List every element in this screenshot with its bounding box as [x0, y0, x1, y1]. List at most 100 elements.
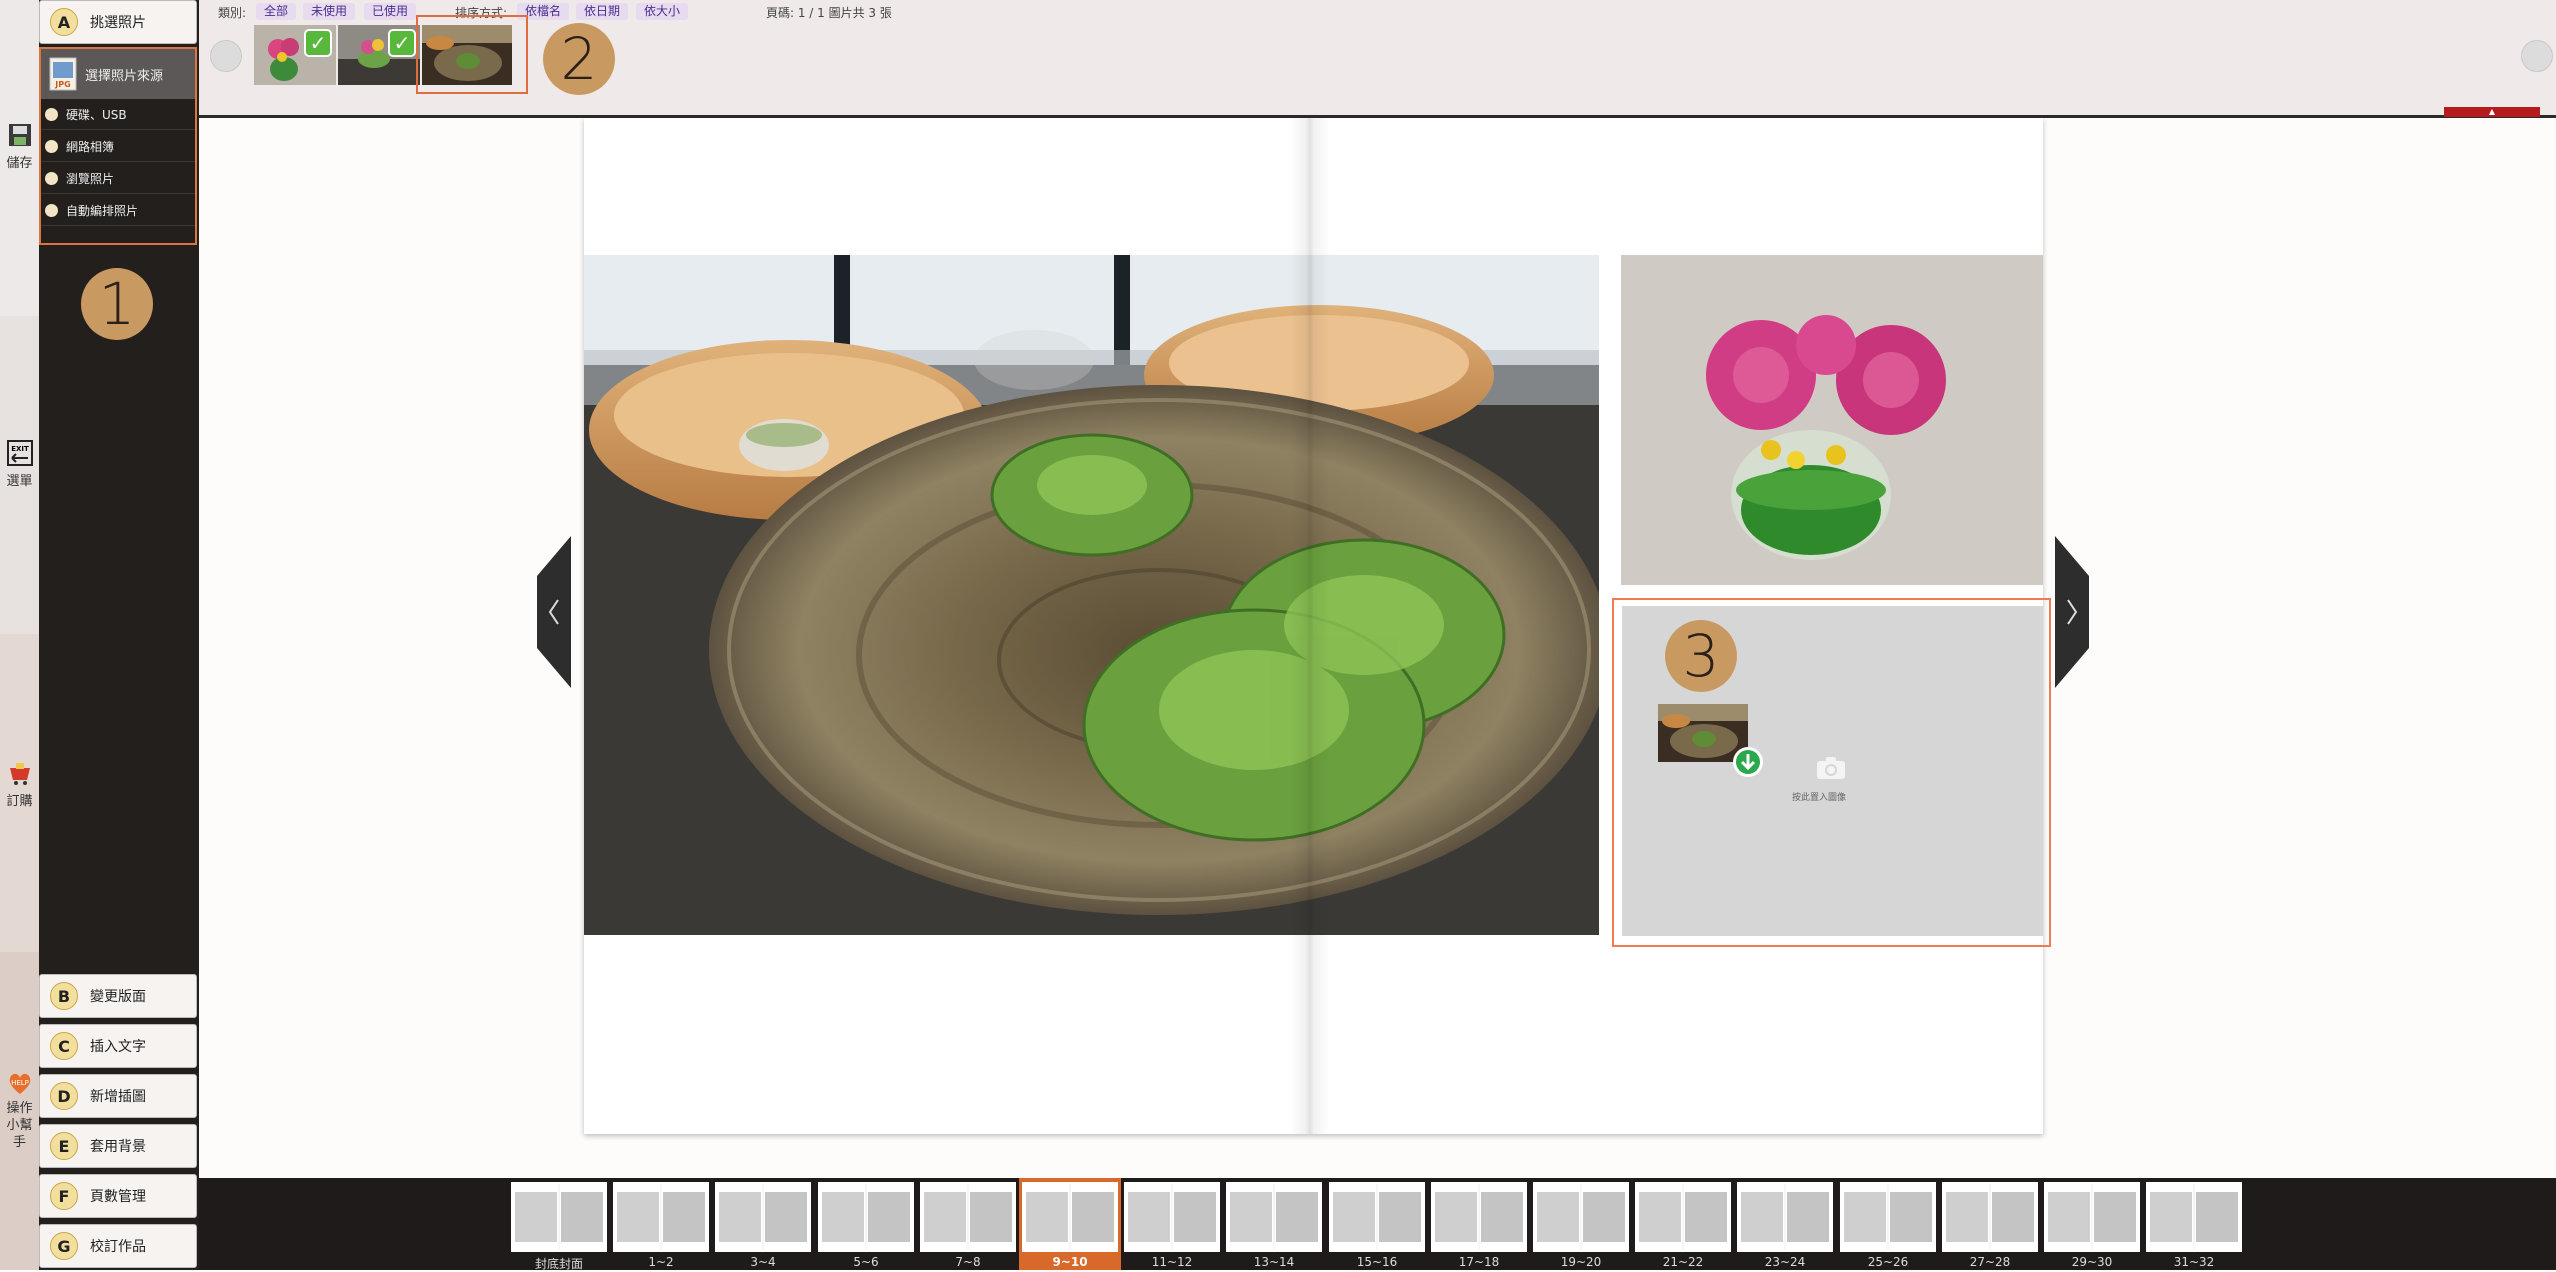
page-layout-preview	[1230, 1184, 1318, 1250]
left-page-photo[interactable]	[584, 255, 1599, 935]
cart-icon	[9, 763, 30, 785]
chevron-left-icon	[537, 536, 571, 688]
proofread-button[interactable]: G 校訂作品	[39, 1224, 197, 1268]
save-button[interactable]: 儲存	[0, 122, 39, 171]
tray-thumb-1[interactable]: ✓	[254, 25, 336, 85]
right-page-photo[interactable]	[1621, 255, 2043, 585]
add-clipart-button[interactable]: D 新增插圖	[39, 1074, 197, 1118]
filmstrip-page-label: 19~20	[1560, 1255, 1602, 1269]
photo-source-title: 選擇照片來源	[85, 68, 164, 84]
page-layout-preview	[1333, 1184, 1421, 1250]
filmstrip-page-label: 封底封面	[534, 1257, 583, 1271]
filmstrip-page-thumb[interactable]	[1533, 1182, 1629, 1252]
sort-by-size[interactable]: 依大小	[636, 3, 689, 20]
tray-next-button[interactable]	[2521, 40, 2553, 72]
filmstrip-page-label: 29~30	[2071, 1255, 2113, 1269]
letter-badge: E	[50, 1132, 78, 1160]
page-layout-preview	[719, 1184, 807, 1250]
category-label: 類別:	[218, 6, 247, 20]
filmstrip-page-thumb[interactable]	[1431, 1182, 1527, 1252]
filmstrip-page-thumb[interactable]	[1124, 1182, 1220, 1252]
page-layout-preview	[1639, 1184, 1727, 1250]
source-option-label: 硬碟、USB	[66, 107, 127, 122]
sort-by-date[interactable]: 依日期	[576, 3, 629, 20]
source-option-label: 瀏覽照片	[66, 171, 115, 186]
radio-button[interactable]	[45, 203, 58, 217]
insert-text-button[interactable]: C 插入文字	[39, 1024, 197, 1068]
callout-2: 2	[543, 23, 615, 95]
source-option-web-album[interactable]: 網路相簿	[41, 131, 195, 162]
used-check-icon: ✓	[388, 29, 416, 57]
page-layout-preview	[617, 1184, 705, 1250]
filmstrip-page-thumb[interactable]	[818, 1182, 914, 1252]
filmstrip-page-label: 17~18	[1458, 1255, 1500, 1269]
tray-prev-button[interactable]	[210, 40, 242, 72]
page-layout-preview	[515, 1184, 603, 1250]
filmstrip-page-thumb[interactable]	[1329, 1182, 1425, 1252]
letter-badge: C	[50, 1032, 78, 1060]
filmstrip-page-thumb[interactable]	[2044, 1182, 2140, 1252]
collapse-tray-button[interactable]: ▲	[2444, 107, 2540, 117]
filmstrip-page-label: 1~2	[648, 1255, 674, 1269]
source-option-disk[interactable]: 硬碟、USB	[41, 99, 195, 130]
left-rail: 儲存 EXIT 選單 訂購 HELP 操作小幫手	[0, 0, 39, 1270]
filmstrip-page-label: 11~12	[1151, 1255, 1193, 1269]
letter-badge: F	[50, 1182, 78, 1210]
used-check-icon: ✓	[304, 29, 332, 57]
menu-label: 選單	[6, 474, 33, 489]
change-layout-button[interactable]: B 變更版面	[39, 974, 197, 1018]
page-layout-preview	[1435, 1184, 1523, 1250]
tray-thumb-2[interactable]: ✓	[338, 25, 420, 85]
filmstrip-page-thumb[interactable]	[1737, 1182, 1833, 1252]
source-option-auto-layout[interactable]: 自動編排照片	[41, 195, 195, 226]
filmstrip-page-thumb[interactable]	[511, 1182, 607, 1252]
filter-unused[interactable]: 未使用	[303, 3, 356, 20]
page-management-button[interactable]: F 頁數管理	[39, 1174, 197, 1218]
source-option-browse[interactable]: 瀏覽照片	[41, 163, 195, 194]
letter-badge: G	[50, 1232, 78, 1260]
help-button[interactable]: HELP 操作小幫手	[0, 1070, 39, 1151]
pick-photos-button[interactable]: A 挑選照片	[39, 0, 197, 44]
drop-arrow-icon	[1733, 747, 1763, 777]
page-layout-preview	[2150, 1184, 2238, 1250]
insert-image-hint: 按此置入圖像	[1792, 793, 1847, 803]
apply-background-button[interactable]: E 套用背景	[39, 1124, 197, 1168]
page-layout-preview	[1844, 1184, 1932, 1250]
filmstrip-page-thumb[interactable]	[613, 1182, 709, 1252]
filmstrip-page-thumb[interactable]	[1840, 1182, 1936, 1252]
book-gutter	[1290, 118, 1330, 1134]
filmstrip-page-thumb[interactable]	[1022, 1182, 1118, 1252]
page-layout-preview	[1128, 1184, 1216, 1250]
page-layout-preview	[924, 1184, 1012, 1250]
letter-badge: D	[50, 1082, 78, 1110]
filter-used[interactable]: 已使用	[364, 3, 417, 20]
radio-button[interactable]	[45, 107, 58, 121]
letter-badge: B	[50, 982, 78, 1010]
apply-background-label: 套用背景	[90, 1139, 146, 1155]
filmstrip-page-label: 21~22	[1662, 1255, 1704, 1269]
pick-photos-label: 挑選照片	[90, 15, 146, 31]
filmstrip-page-label: 23~24	[1764, 1255, 1806, 1269]
order-button[interactable]: 訂購	[0, 760, 39, 809]
menu-button[interactable]: EXIT 選單	[0, 440, 39, 489]
filmstrip-page-label: 25~26	[1867, 1255, 1909, 1269]
filmstrip-page-label: 3~4	[750, 1255, 776, 1269]
radio-button[interactable]	[45, 171, 58, 185]
filter-all[interactable]: 全部	[256, 3, 297, 20]
letter-badge: A	[50, 8, 78, 36]
prev-page-button[interactable]	[537, 536, 571, 688]
filmstrip-page-thumb[interactable]	[715, 1182, 811, 1252]
filmstrip-page-label: 7~8	[955, 1255, 981, 1269]
filmstrip-page-thumb[interactable]	[1635, 1182, 1731, 1252]
filmstrip-page-thumb[interactable]	[1226, 1182, 1322, 1252]
filmstrip-page-thumb[interactable]	[2146, 1182, 2242, 1252]
filmstrip-page-thumb[interactable]	[1942, 1182, 2038, 1252]
page-layout-preview	[822, 1184, 910, 1250]
help-heart-icon: HELP	[9, 1073, 30, 1094]
filmstrip-page-thumb[interactable]	[920, 1182, 1016, 1252]
page-layout-preview	[1537, 1184, 1625, 1250]
next-page-button[interactable]	[2055, 536, 2089, 688]
filmstrip-page-label: 27~28	[1969, 1255, 2011, 1269]
radio-button[interactable]	[45, 139, 58, 153]
tray-thumb-3[interactable]	[422, 25, 512, 85]
